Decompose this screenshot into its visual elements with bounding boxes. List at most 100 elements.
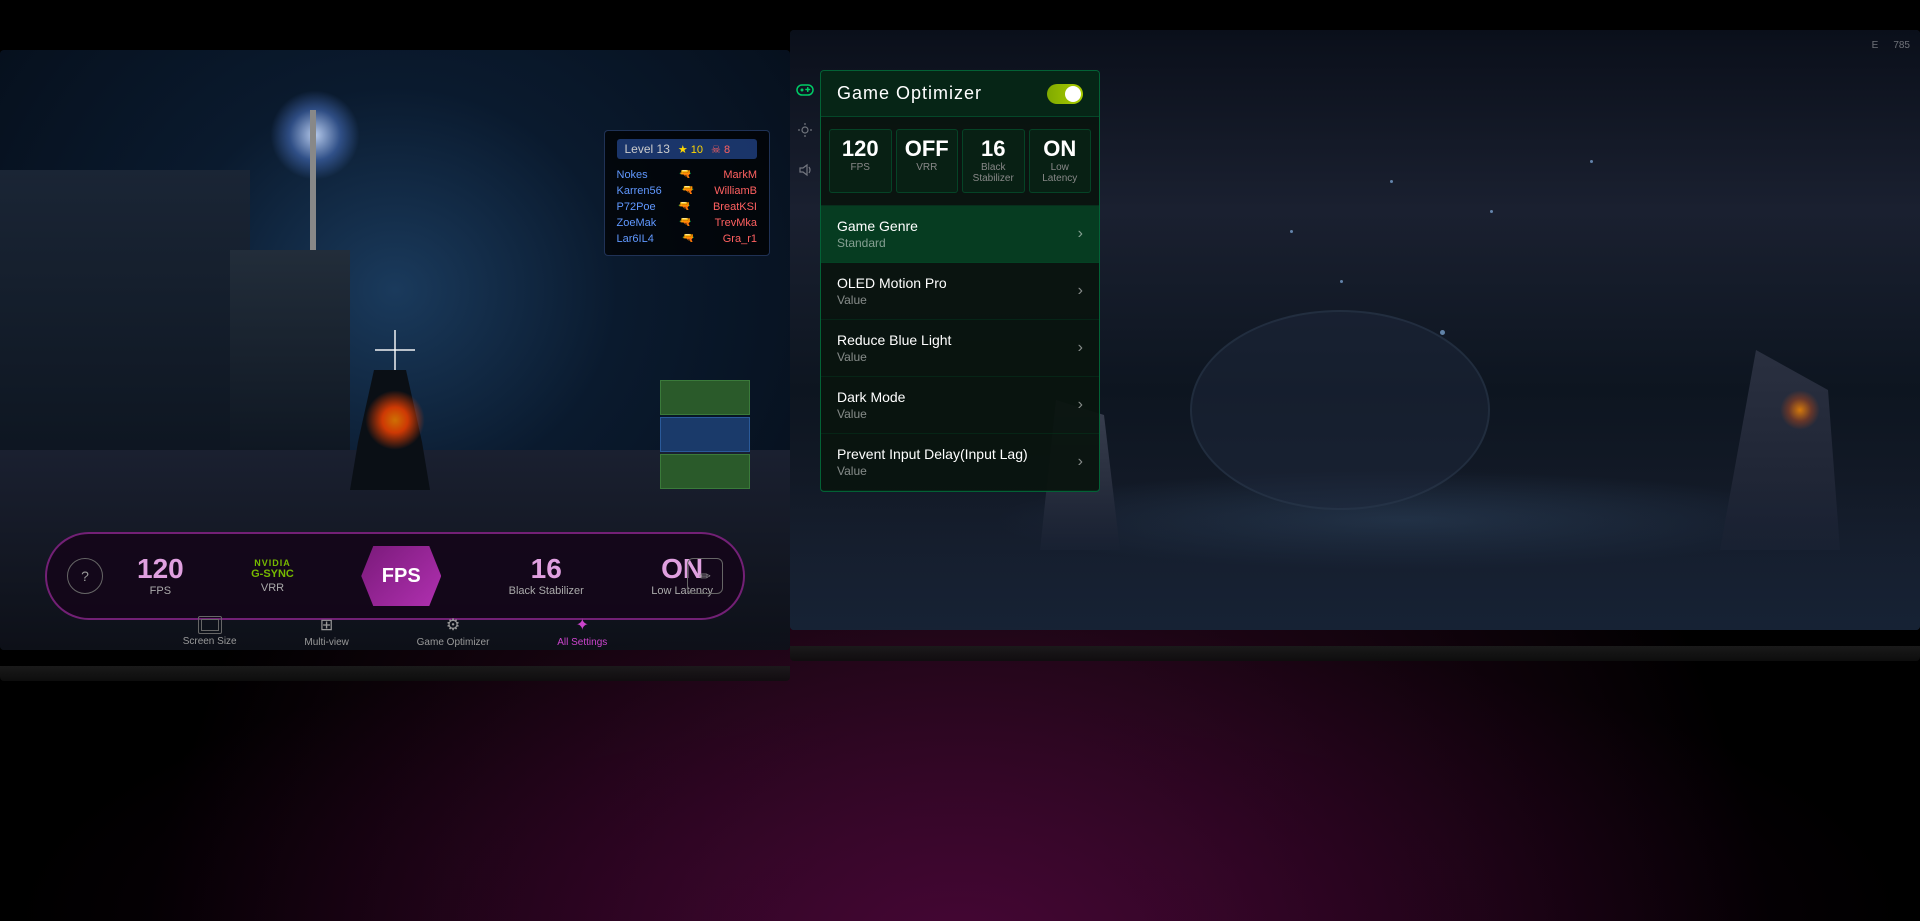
stat-black-stab: 16 Black Stabilizer [962,129,1025,193]
menu-item-input-lag[interactable]: Prevent Input Delay(Input Lag) Value › [821,434,1099,491]
all-settings-item[interactable]: ✦ All Settings [557,615,607,648]
score-row-3: ZoeMak 🔫 TrevMka [617,215,758,231]
menu-item-oled-title: OLED Motion Pro [837,275,947,291]
menu-item-oled-motion[interactable]: OLED Motion Pro Value › [821,263,1099,320]
multiview-label: Multi-view [304,637,348,648]
score-row-2: P72Poe 🔫 BreatKSI [617,199,758,215]
score-row-4: Lar6IL4 🔫 Gra_r1 [617,231,758,247]
right-screen: E 785 [790,30,1920,630]
all-settings-icon: ✦ [576,615,589,635]
container-stack [660,380,760,500]
menu-item-dark-mode[interactable]: Dark Mode Value › [821,377,1099,434]
fps-center-badge: FPS [361,546,441,606]
muzzle-flash [365,390,425,450]
particle-4 [1340,280,1343,283]
hud-black-stab: 16 Black Stabilizer [509,555,584,597]
mist [790,480,1920,630]
game-optimizer-item[interactable]: ⚙ Game Optimizer [417,615,490,648]
opponent-name-3: TrevMka [715,217,757,229]
stat-black-stab-label: Black Stabilizer [967,162,1020,184]
sidebar-gamepad-icon[interactable] [795,80,815,100]
menu-item-blue-value: Value [837,350,951,364]
particle-6 [1440,330,1445,335]
game-background: Level 13 ★ 10 ☠ 8 Nokes 🔫 MarkM Karren56… [0,50,790,650]
panel-header: Game Optimizer [821,71,1099,117]
sidebar-brightness-icon[interactable] [795,120,815,140]
panel-toggle[interactable] [1047,84,1083,104]
fps-center-text: FPS [382,565,421,588]
gsync-text: G-SYNC [251,568,294,580]
fps-label: FPS [137,585,184,597]
weapon-icon-2: 🔫 [678,201,690,213]
menu-item-game-genre-value: Standard [837,236,918,250]
sidebar-volume-icon[interactable] [795,160,815,180]
container-box-2 [660,417,750,452]
player-name-1: Karren56 [617,185,662,197]
stat-fps-label: FPS [834,162,887,173]
weapon-icon-0: 🔫 [679,169,691,181]
toolbar-labels: Screen Size ⊞ Multi-view ⚙ Game Optimize… [45,615,745,648]
menu-item-dark-title: Dark Mode [837,389,905,405]
player-name-0: Nokes [617,169,648,181]
player-name-3: ZoeMak [617,217,657,229]
weapon-icon-1: 🔫 [682,185,694,197]
weapon-icon-4: 🔫 [682,233,694,245]
menu-item-dark-value: Value [837,407,905,421]
black-stab-label: Black Stabilizer [509,585,584,597]
game-optimizer-label: Game Optimizer [417,637,490,648]
hud-bar: ? 120 FPS NVIDIA G-SYNC VRR [45,532,745,620]
coord-label: 785 [1893,40,1910,51]
chevron-oled-motion: › [1078,282,1083,300]
chevron-game-genre: › [1078,225,1083,243]
player-name-2: P72Poe [617,201,656,213]
opponent-name-4: Gra_r1 [723,233,757,245]
menu-item-dark-content: Dark Mode Value [837,389,905,421]
right-monitor: E 785 [790,30,1920,651]
particle-3 [1490,210,1493,213]
edit-button[interactable]: ✏ [687,558,723,594]
menu-item-oled-content: OLED Motion Pro Value [837,275,947,307]
right-bezel [790,646,1920,661]
left-bezel [0,666,790,681]
menu-item-game-genre-title: Game Genre [837,218,918,234]
star-badge: ★ 10 [678,143,703,156]
stats-row: 120 FPS OFF VRR 16 Black Stabilizer ON [821,117,1099,206]
level-bar: Level 13 ★ 10 ☠ 8 [617,139,758,159]
building-left2 [230,250,350,470]
score-row-0: Nokes 🔫 MarkM [617,167,758,183]
all-settings-label: All Settings [557,637,607,648]
screen-size-inner [201,619,219,631]
stat-black-stab-value: 16 [967,138,1020,160]
container-box-1 [660,380,750,415]
particle-5 [1590,160,1593,163]
map-overlay: E 785 [1872,40,1910,51]
hud-fps-stat: 120 FPS [137,555,184,597]
stat-fps-value: 120 [834,138,887,160]
container-box-3 [660,454,750,489]
stat-vrr-label: VRR [901,162,954,173]
chevron-reduce-blue: › [1078,339,1083,357]
screen-size-item[interactable]: Screen Size [183,616,237,647]
help-icon[interactable]: ? [81,568,89,584]
stat-low-latency-value: ON [1034,138,1087,160]
left-monitor: Level 13 ★ 10 ☠ 8 Nokes 🔫 MarkM Karren56… [0,50,790,671]
multiview-item[interactable]: ⊞ Multi-view [304,615,348,648]
opponent-name-0: MarkM [723,169,757,181]
building-left [0,170,250,470]
opponent-name-1: WilliamB [714,185,757,197]
torch-light [1780,390,1820,430]
chevron-input-lag: › [1078,453,1083,471]
menu-item-reduce-blue-light[interactable]: Reduce Blue Light Value › [821,320,1099,377]
menu-item-game-genre[interactable]: Game Genre Standard › [821,206,1099,263]
edit-icon: ✏ [699,568,711,585]
skull-badge: ☠ 8 [711,143,730,156]
level-label: Level 13 [625,142,670,156]
nvidia-logo: NVIDIA [254,558,291,568]
game-optimizer-icon: ⚙ [446,615,460,635]
menu-item-input-value: Value [837,464,1028,478]
game-optimizer-panel: Game Optimizer 120 FPS OFF VRR [820,70,1100,492]
particle-1 [1290,230,1293,233]
weapon-icon-3: 🔫 [679,217,691,229]
stat-vrr-value: OFF [901,138,954,160]
vrr-label: VRR [261,582,284,594]
